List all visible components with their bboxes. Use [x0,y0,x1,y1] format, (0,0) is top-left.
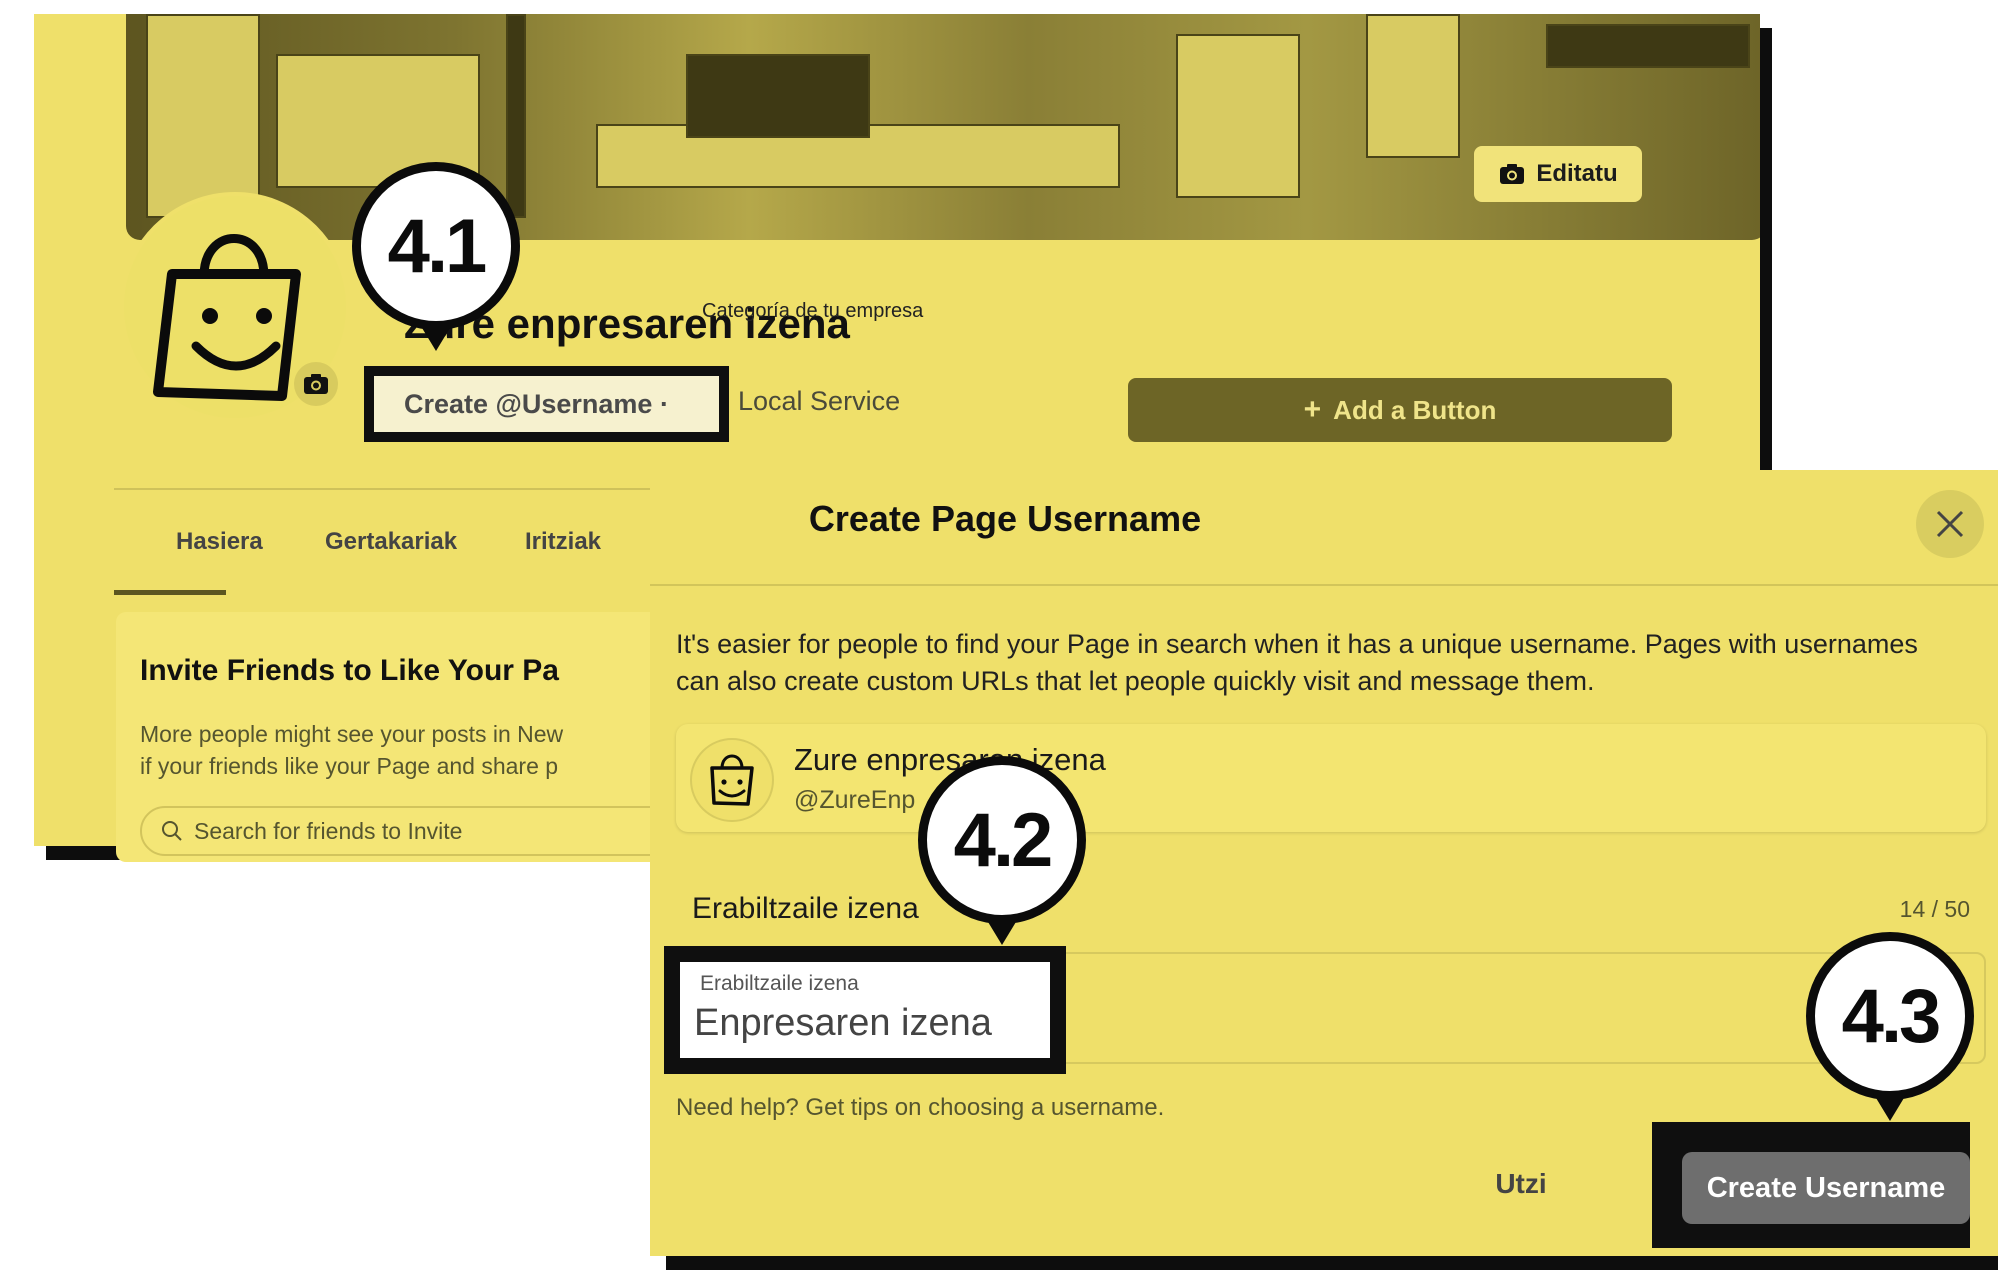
char-counter: 14 / 50 [1899,896,1970,922]
plus-icon: + [1303,393,1322,426]
dialog-title: Create Page Username [0,498,1998,540]
callout-4-1: 4.1 [352,162,520,330]
username-input-value[interactable]: Enpresaren izena [694,1002,992,1045]
dialog-title-text: Create Page Username [808,498,1202,539]
close-icon [1936,510,1964,538]
dialog-divider [650,584,1998,586]
preview-avatar [690,738,774,822]
callout-4-2: 4.2 [918,756,1086,924]
invite-description: More people might see your posts in New … [140,718,680,782]
cover-decoration [506,14,526,218]
add-a-button-label: Add a Button [1333,394,1497,425]
callout-tail [1873,1093,1907,1121]
invite-search-input[interactable]: Search for friends to Invite [140,806,680,856]
username-help-link[interactable]: Need help? Get tips on choosing a userna… [676,1094,1164,1122]
callout-4-3: 4.3 [1806,932,1974,1100]
cover-decoration [686,54,870,138]
avatar-camera-button[interactable] [294,362,338,406]
active-tab-indicator [114,590,226,595]
shopping-bag-smiley-icon [710,754,754,806]
edit-cover-label: Editatu [1536,160,1618,187]
invite-desc-line: More people might see your posts in New [140,721,564,747]
cover-decoration [146,14,260,218]
category-annotation: Categoría de tu empresa [702,300,924,322]
cover-decoration [1546,24,1750,68]
page-category: Local Service [738,386,901,416]
create-username-link[interactable]: Create @Username · [374,376,719,432]
invite-title: Invite Friends to Like Your Pa [140,654,559,687]
add-a-button[interactable]: + Add a Button [1128,378,1672,442]
page-preview-card [676,724,1986,832]
create-username-button[interactable]: Create Username [1682,1152,1970,1224]
cancel-button[interactable]: Utzi [1466,1168,1576,1200]
callout-tail [985,917,1019,945]
preview-handle: @ZureEnp [794,786,916,814]
close-button[interactable] [1916,490,1984,558]
invite-search-placeholder: Search for friends to Invite [194,817,463,844]
cover-decoration [1176,34,1300,198]
camera-icon [1500,164,1525,184]
search-icon [162,821,182,841]
username-input-label: Erabiltzaile izena [700,972,859,995]
invite-desc-line: if your friends like your Page and share… [140,753,559,779]
dialog-description: It's easier for people to find your Page… [676,629,1918,696]
edit-cover-button[interactable]: Editatu [1474,146,1642,202]
username-field-label: Erabiltzaile izena [692,892,919,925]
cover-decoration [1366,14,1460,158]
callout-tail [419,323,453,351]
camera-icon [304,374,328,394]
